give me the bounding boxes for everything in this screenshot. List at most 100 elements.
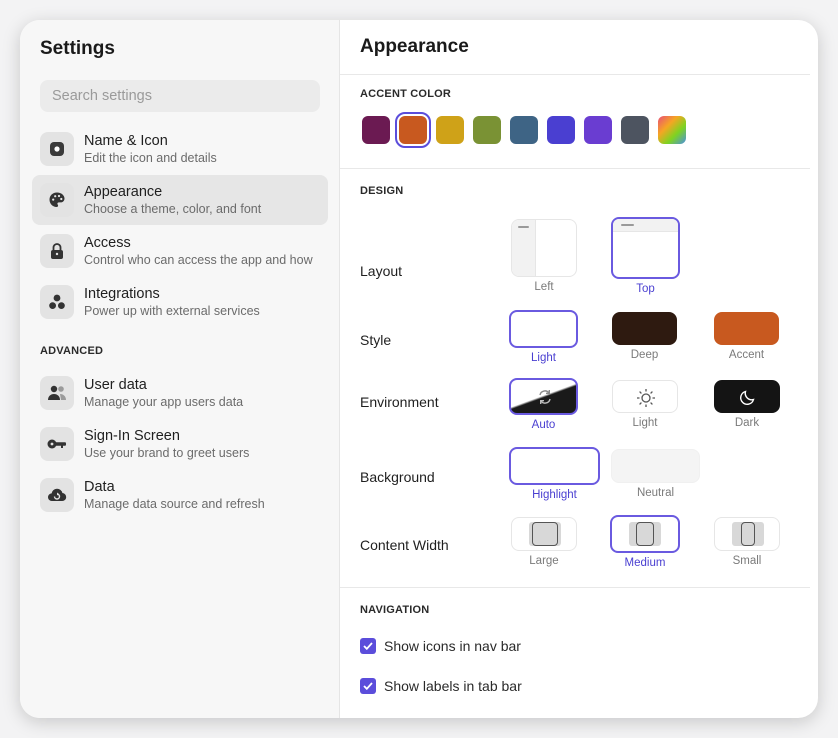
divider [340, 587, 810, 588]
style-accent-preview [714, 312, 779, 345]
sidebar-item-name-icon[interactable]: Name & Icon Edit the icon and details [32, 124, 328, 174]
content-width-medium-option[interactable]: Medium [610, 515, 680, 569]
accent-swatch[interactable] [436, 116, 464, 144]
environment-label: Environment [360, 394, 439, 410]
cloud-sync-icon [40, 478, 74, 512]
sidebar-item-subtitle: Choose a theme, color, and font [84, 202, 262, 216]
background-highlight-preview [509, 447, 600, 485]
layout-top-preview [611, 217, 680, 279]
layout-label: Layout [360, 263, 403, 279]
content-width-label: Content Width [360, 537, 449, 553]
sidebar-item-subtitle: Control who can access the app and how [84, 253, 313, 267]
style-accent-option[interactable]: Accent [714, 312, 779, 361]
show-labels-checkbox-row[interactable]: Show labels in tab bar [360, 678, 522, 694]
divider [340, 74, 810, 75]
environment-auto-preview [509, 378, 578, 415]
sidebar-item-subtitle: Edit the icon and details [84, 151, 217, 165]
option-caption: Large [529, 555, 559, 567]
accent-color-heading: ACCENT COLOR [360, 88, 452, 100]
sidebar-item-subtitle: Use your brand to greet users [84, 446, 250, 460]
environment-light-preview [612, 380, 678, 413]
sidebar-item-label: User data [84, 377, 147, 393]
style-light-preview [509, 310, 578, 348]
appearance-panel: Appearance ACCENT COLOR DESIGN Layout Le… [340, 20, 818, 718]
content-width-small-preview [714, 517, 780, 551]
divider [340, 168, 810, 169]
navigation-heading: NAVIGATION [360, 604, 430, 616]
sidebar-item-label: Appearance [84, 184, 163, 200]
sidebar: Settings Name & Icon Edit the icon and d… [20, 20, 340, 718]
accent-swatch[interactable] [621, 116, 649, 144]
sidebar-item-subtitle: Power up with external services [84, 304, 260, 318]
background-neutral-preview [611, 449, 700, 483]
show-labels-label: Show labels in tab bar [384, 678, 522, 694]
users-icon [40, 376, 74, 410]
sidebar-item-sign-in-screen[interactable]: Sign-In Screen Use your brand to greet u… [32, 419, 328, 469]
sidebar-item-integrations[interactable]: Integrations Power up with external serv… [32, 277, 328, 327]
key-icon [40, 427, 74, 461]
option-caption: Deep [630, 349, 659, 361]
content-width-medium-preview [610, 515, 680, 553]
background-label: Background [360, 469, 435, 485]
option-caption: Accent [728, 349, 765, 361]
sidebar-item-subtitle: Manage data source and refresh [84, 497, 265, 511]
accent-swatch[interactable] [395, 112, 431, 148]
accent-swatch[interactable] [362, 116, 390, 144]
option-caption: Medium [624, 557, 666, 569]
option-caption: Light [531, 352, 556, 364]
option-caption: Highlight [532, 489, 577, 501]
content-width-large-option[interactable]: Large [511, 517, 577, 567]
sidebar-item-label: Integrations [84, 286, 160, 302]
show-icons-label: Show icons in nav bar [384, 638, 521, 654]
style-light-option[interactable]: Light [509, 310, 578, 364]
checkbox-checked[interactable] [360, 678, 376, 694]
layout-top-option[interactable]: Top [611, 217, 680, 295]
background-neutral-option[interactable]: Neutral [611, 449, 700, 499]
style-deep-option[interactable]: Deep [612, 312, 677, 361]
sidebar-title: Settings [40, 38, 115, 59]
advanced-section-heading: ADVANCED [40, 345, 104, 357]
sidebar-item-label: Name & Icon [84, 133, 168, 149]
check-icon [363, 682, 373, 690]
app-icon [40, 132, 74, 166]
option-caption: Left [534, 281, 554, 293]
accent-swatch[interactable] [584, 116, 612, 144]
sun-icon [637, 389, 655, 407]
settings-window: Settings Name & Icon Edit the icon and d… [20, 20, 818, 718]
sync-icon [539, 390, 551, 404]
checkbox-checked[interactable] [360, 638, 376, 654]
moon-icon [740, 390, 755, 405]
sidebar-item-user-data[interactable]: User data Manage your app users data [32, 368, 328, 418]
content-width-large-preview [511, 517, 577, 551]
style-deep-preview [612, 312, 677, 345]
sidebar-item-access[interactable]: Access Control who can access the app an… [32, 226, 328, 276]
check-icon [363, 642, 373, 650]
background-highlight-option[interactable]: Highlight [509, 447, 600, 501]
sidebar-item-label: Access [84, 235, 131, 251]
environment-auto-option[interactable]: Auto [509, 378, 578, 431]
accent-swatch[interactable] [658, 116, 686, 144]
environment-dark-preview [714, 380, 780, 413]
environment-dark-option[interactable]: Dark [714, 380, 780, 429]
option-caption: Small [732, 555, 762, 567]
content-width-small-option[interactable]: Small [714, 517, 780, 567]
option-caption: Top [636, 283, 655, 295]
accent-swatch[interactable] [547, 116, 575, 144]
search-input[interactable] [40, 80, 320, 112]
show-icons-checkbox-row[interactable]: Show icons in nav bar [360, 638, 521, 654]
accent-swatch[interactable] [510, 116, 538, 144]
option-caption: Light [632, 417, 658, 429]
sidebar-item-label: Data [84, 479, 115, 495]
sidebar-item-label: Sign-In Screen [84, 428, 180, 444]
option-caption: Auto [531, 419, 556, 431]
style-label: Style [360, 332, 392, 348]
sidebar-item-appearance[interactable]: Appearance Choose a theme, color, and fo… [32, 175, 328, 225]
sidebar-item-data[interactable]: Data Manage data source and refresh [32, 470, 328, 520]
palette-icon [40, 183, 74, 217]
layout-left-preview [511, 219, 577, 277]
integrations-icon [40, 285, 74, 319]
layout-left-option[interactable]: Left [511, 219, 577, 293]
option-caption: Dark [734, 417, 760, 429]
environment-light-option[interactable]: Light [612, 380, 678, 429]
accent-swatch[interactable] [473, 116, 501, 144]
